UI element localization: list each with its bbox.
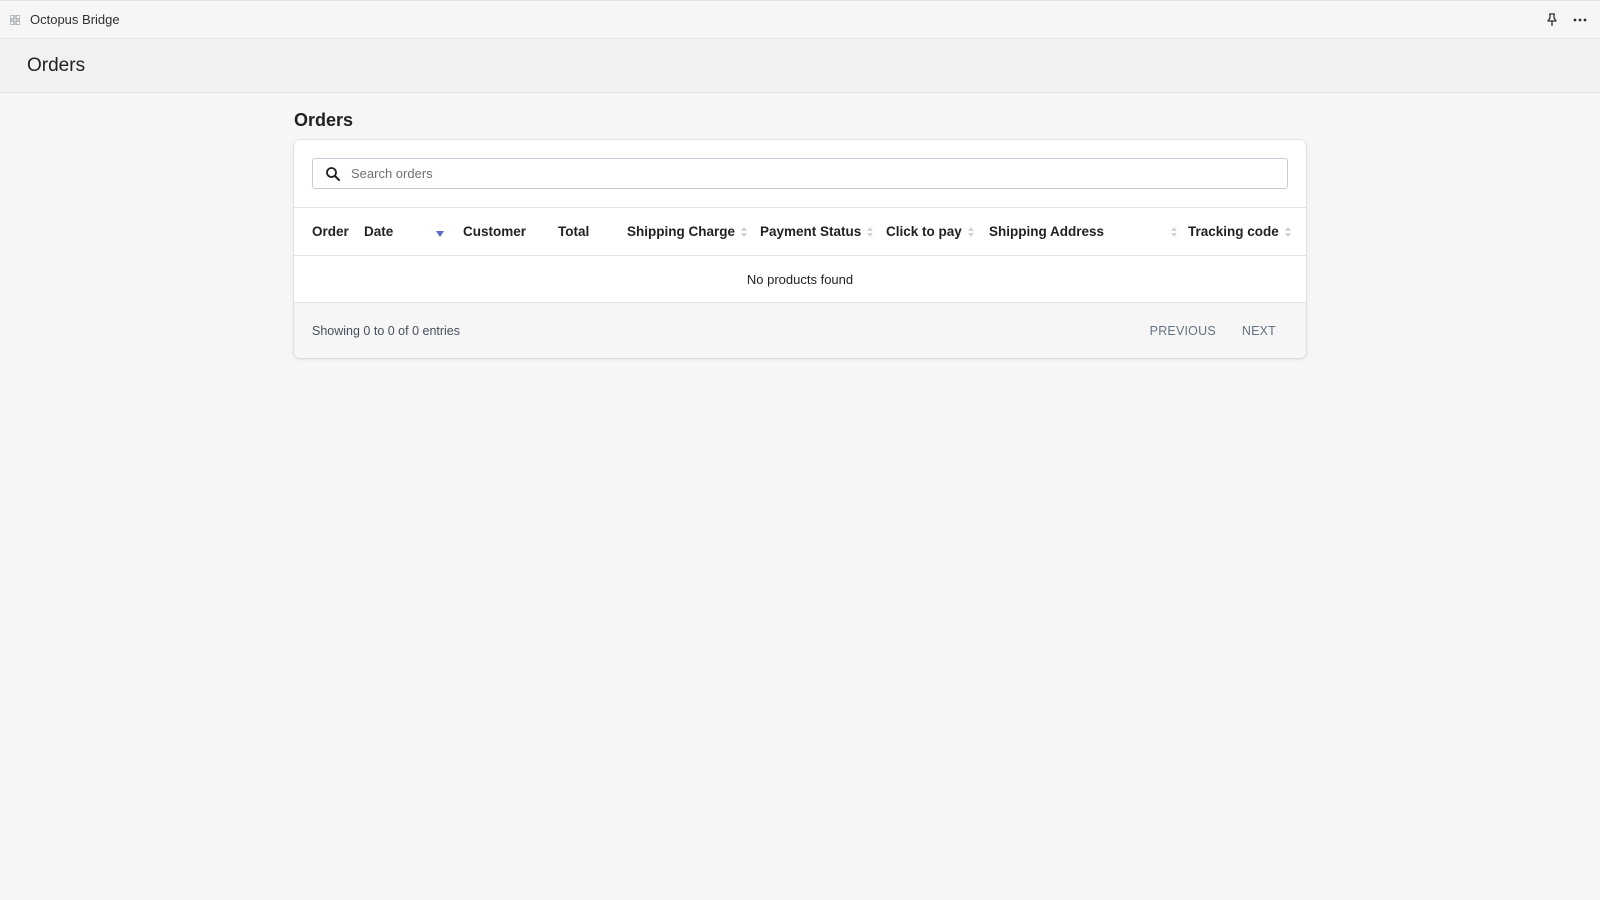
column-label: Total bbox=[558, 224, 590, 239]
orders-table: Order Date Customer Total Shipping Charg… bbox=[294, 207, 1306, 303]
pin-icon[interactable] bbox=[1544, 12, 1560, 28]
column-header-click-to-pay[interactable]: Click to pay bbox=[886, 208, 989, 256]
column-header-shipping-address[interactable]: Shipping Address bbox=[989, 208, 1188, 256]
column-header-shipping-charge[interactable]: Shipping Charge bbox=[627, 208, 760, 256]
column-label: Click to pay bbox=[886, 224, 962, 239]
table-footer: Showing 0 to 0 of 0 entries PREVIOUS NEX… bbox=[294, 303, 1306, 358]
sort-icon bbox=[967, 226, 974, 237]
sort-icon bbox=[867, 226, 874, 237]
search-container bbox=[294, 140, 1306, 207]
column-header-order[interactable]: Order bbox=[294, 208, 364, 256]
column-label: Payment Status bbox=[760, 224, 862, 239]
app-grid-icon bbox=[9, 14, 20, 25]
column-header-customer[interactable]: Customer bbox=[463, 208, 558, 256]
column-header-date[interactable]: Date bbox=[364, 208, 463, 256]
next-button[interactable]: NEXT bbox=[1242, 324, 1276, 338]
column-label: Date bbox=[364, 224, 394, 239]
column-header-tracking-code[interactable]: Tracking code bbox=[1188, 208, 1306, 256]
sort-icon bbox=[1171, 226, 1178, 237]
empty-row: No products found bbox=[294, 256, 1306, 303]
pagination: PREVIOUS NEXT bbox=[1150, 324, 1276, 338]
app-topbar: Octopus Bridge bbox=[0, 0, 1600, 39]
empty-message: No products found bbox=[746, 271, 854, 287]
orders-card: Order Date Customer Total bbox=[294, 140, 1306, 358]
table-header-row: Order Date Customer Total Shipping Charg… bbox=[294, 207, 1306, 256]
search-box[interactable] bbox=[312, 158, 1288, 189]
more-horizontal-icon[interactable] bbox=[1572, 12, 1588, 28]
column-label: Shipping Address bbox=[989, 224, 1105, 239]
page-header: Orders bbox=[0, 39, 1600, 93]
column-header-payment-status[interactable]: Payment Status bbox=[760, 208, 886, 256]
entries-info: Showing 0 to 0 of 0 entries bbox=[312, 323, 461, 338]
column-label: Shipping Charge bbox=[627, 224, 735, 239]
search-icon bbox=[325, 166, 341, 182]
previous-button[interactable]: PREVIOUS bbox=[1150, 324, 1216, 338]
column-label: Order bbox=[312, 224, 349, 239]
column-label: Tracking code bbox=[1188, 224, 1279, 239]
search-input[interactable] bbox=[351, 159, 1287, 188]
sort-icon bbox=[1284, 226, 1291, 237]
page-title: Orders bbox=[27, 54, 86, 76]
main-content: Orders Order bbox=[294, 93, 1306, 358]
column-header-total[interactable]: Total bbox=[558, 208, 627, 256]
column-label: Customer bbox=[463, 224, 527, 239]
section-title: Orders bbox=[294, 110, 354, 130]
sort-desc-icon bbox=[436, 230, 445, 237]
topbar-actions bbox=[1544, 1, 1588, 38]
sort-icon bbox=[741, 226, 747, 237]
app-name: Octopus Bridge bbox=[30, 12, 120, 27]
